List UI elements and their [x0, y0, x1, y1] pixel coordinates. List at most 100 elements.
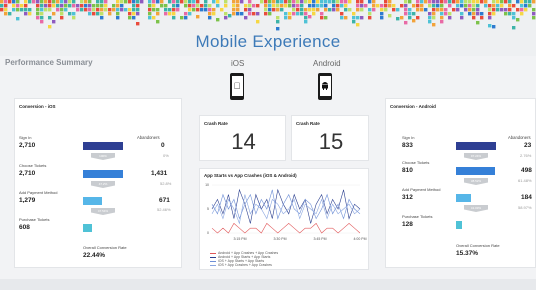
mosaic-tile: [448, 4, 452, 8]
ios-step-value: 1,279: [19, 197, 36, 204]
mosaic-tile: [168, 12, 172, 16]
mosaic-tile: [272, 8, 276, 12]
mosaic-tile: [516, 18, 520, 22]
android-step-value: 312: [402, 194, 413, 201]
mosaic-tile: [100, 0, 104, 4]
mosaic-tile: [508, 4, 512, 8]
mosaic-tile: [468, 4, 472, 8]
mosaic-tile: [408, 12, 412, 16]
x-tick-label: 3:15 PM: [233, 237, 246, 241]
android-label: Android: [313, 59, 341, 68]
mosaic-tile: [156, 8, 160, 12]
mosaic-tile: [72, 0, 76, 4]
mosaic-tile: [360, 8, 364, 12]
mosaic-tile: [132, 12, 136, 16]
mosaic-tile: [440, 20, 444, 24]
mosaic-tile: [432, 23, 436, 27]
mosaic-tile: [100, 12, 104, 16]
android-funnel-bar: [456, 167, 495, 175]
y-tick-label: 10: [205, 183, 209, 187]
mosaic-tile: [4, 8, 8, 12]
mosaic-tile: [312, 4, 316, 8]
mosaic-tile: [464, 0, 468, 4]
mosaic-tile: [296, 4, 300, 8]
mosaic-tile: [464, 4, 468, 8]
mosaic-tile: [524, 8, 528, 12]
mosaic-tile: [360, 0, 364, 4]
mosaic-tile: [304, 16, 308, 20]
mosaic-tile: [12, 8, 16, 12]
ios-funnel-chevron: 47.2%: [91, 181, 115, 188]
mosaic-tile: [164, 12, 168, 16]
x-tick-label: 4:00 PM: [353, 237, 366, 241]
y-tick-label: 0: [207, 231, 209, 235]
android-funnel-bar: [456, 194, 471, 202]
mosaic-tile: [432, 0, 436, 4]
mosaic-tile: [8, 0, 12, 4]
mosaic-tile: [132, 0, 136, 4]
mosaic-tile: [404, 4, 408, 8]
mosaic-tile: [424, 0, 428, 4]
mosaic-tile: [344, 0, 348, 4]
mosaic-tile: [208, 4, 212, 8]
mosaic-tile: [56, 0, 60, 4]
mosaic-tile: [16, 8, 20, 12]
mosaic-tile: [64, 8, 68, 12]
mosaic-tile: [416, 8, 420, 12]
mosaic-tile: [288, 4, 292, 8]
android-abandon-value: 498: [521, 167, 532, 174]
mosaic-tile: [472, 8, 476, 12]
mosaic-tile: [404, 12, 408, 16]
mosaic-tile: [196, 0, 200, 4]
mosaic-tile: [76, 8, 80, 12]
mosaic-tile: [232, 4, 236, 8]
mosaic-tile: [376, 4, 380, 8]
mosaic-tile: [48, 16, 52, 20]
mosaic-tile: [484, 0, 488, 4]
ios-step-label: Sign In: [19, 135, 32, 140]
mosaic-tile: [420, 0, 424, 4]
ios-funnel-bar: [83, 170, 123, 178]
mosaic-tile: [396, 17, 400, 21]
mosaic-tile: [428, 0, 432, 4]
y-tick-label: 5: [207, 207, 209, 211]
mosaic-tile: [512, 26, 516, 30]
mosaic-tile: [368, 0, 372, 4]
mosaic-tile: [224, 4, 228, 8]
mosaic-tile: [224, 0, 228, 4]
apple-icon: : [230, 81, 244, 91]
mosaic-tile: [428, 16, 432, 20]
mosaic-tile: [508, 0, 512, 4]
decorative-mosaic: [0, 0, 536, 31]
mosaic-tile: [304, 8, 308, 12]
mosaic-tile: [476, 0, 480, 4]
mosaic-tile: [176, 0, 180, 4]
mosaic-tile: [184, 0, 188, 4]
mosaic-tile: [432, 16, 436, 20]
mosaic-tile: [264, 4, 268, 8]
mosaic-tile: [40, 4, 44, 8]
mosaic-tile: [344, 16, 348, 20]
mosaic-tile: [256, 12, 260, 16]
mosaic-tile: [116, 12, 120, 16]
mosaic-tile: [108, 8, 112, 12]
mosaic-tile: [100, 4, 104, 8]
mosaic-tile: [396, 8, 400, 12]
mosaic-tile: [180, 0, 184, 4]
mosaic-tile: [240, 0, 244, 4]
mosaic-tile: [80, 4, 84, 8]
mosaic-tile: [52, 0, 56, 4]
mosaic-tile: [356, 23, 360, 27]
mosaic-tile: [532, 12, 536, 16]
mosaic-tile: [8, 12, 12, 16]
mosaic-tile: [48, 8, 52, 12]
mosaic-tile: [188, 12, 192, 16]
android-abandon-pct: 2.76%: [520, 153, 532, 158]
mosaic-tile: [432, 12, 436, 16]
mosaic-tile: [148, 16, 152, 20]
mosaic-tile: [116, 4, 120, 8]
mosaic-tile: [72, 12, 76, 16]
mosaic-tile: [500, 0, 504, 4]
mosaic-tile: [520, 0, 524, 4]
ios-abandoners-header: Abandoners: [137, 135, 160, 140]
